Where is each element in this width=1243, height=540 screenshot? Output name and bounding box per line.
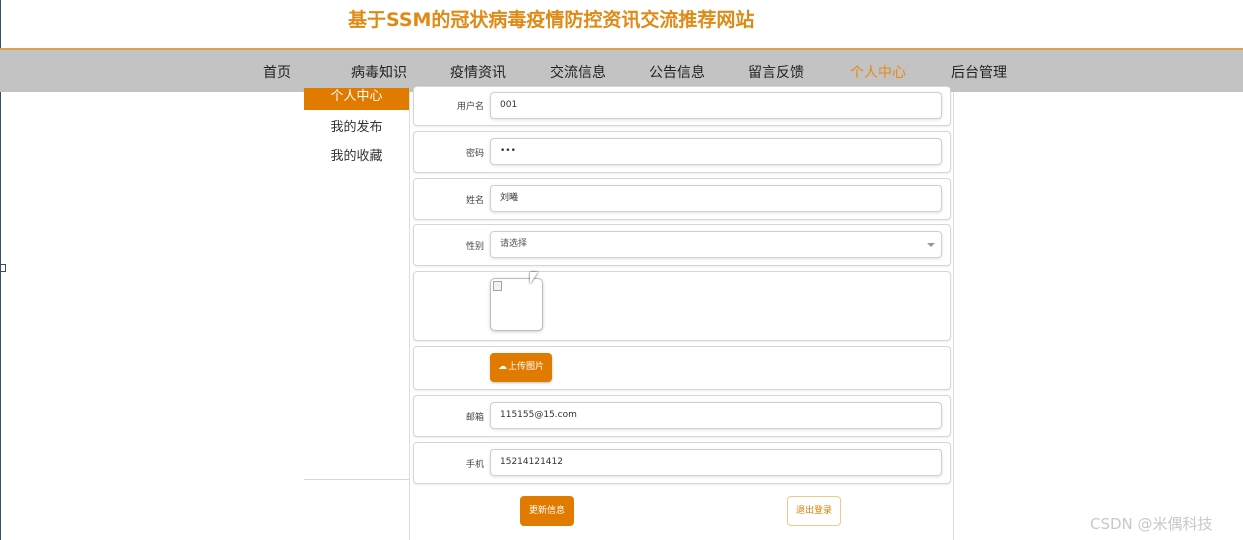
- form-row-upload: ☁上传图片: [413, 346, 951, 390]
- update-info-button[interactable]: 更新信息: [520, 496, 574, 526]
- form-row-username: 用户名 001: [413, 86, 951, 126]
- username-input[interactable]: 001: [490, 92, 942, 119]
- name-label: 姓名: [465, 196, 484, 206]
- form-row-phone: 手机 15214121412: [413, 442, 951, 484]
- upload-button-label: 上传图片: [507, 362, 544, 372]
- nav-home[interactable]: 首页: [263, 62, 291, 82]
- upload-image-button[interactable]: ☁上传图片: [490, 353, 552, 382]
- form-row-gender: 性别 请选择: [413, 224, 951, 266]
- nav-exchange-info[interactable]: 交流信息: [550, 62, 606, 82]
- sidebar-item-personal-center[interactable]: 个人中心: [304, 88, 409, 110]
- nav-announcements[interactable]: 公告信息: [649, 62, 705, 82]
- password-label: 密码: [465, 149, 484, 159]
- cloud-upload-icon: ☁: [497, 362, 507, 372]
- email-label: 邮箱: [465, 413, 484, 423]
- logout-button[interactable]: 退出登录: [787, 496, 841, 526]
- gender-select[interactable]: 请选择: [490, 231, 942, 258]
- watermark: CSDN @米偶科技: [1090, 515, 1213, 533]
- gender-select-value: 请选择: [500, 239, 528, 249]
- profile-form: 用户名 001 密码 ••• 姓名 刘曦 性别 请选择 ☁上传图片 邮箱 115…: [409, 86, 954, 540]
- avatar-preview[interactable]: [490, 278, 543, 331]
- nav-admin[interactable]: 后台管理: [951, 62, 1007, 82]
- phone-input[interactable]: 15214121412: [490, 449, 942, 476]
- email-input[interactable]: 115155@15.com: [490, 402, 942, 429]
- nav-epidemic-news[interactable]: 疫情资讯: [450, 62, 506, 82]
- form-row-password: 密码 •••: [413, 131, 951, 173]
- name-input[interactable]: 刘曦: [490, 185, 942, 212]
- password-input[interactable]: •••: [490, 138, 942, 165]
- form-row-avatar: [413, 271, 951, 341]
- phone-label: 手机: [465, 460, 484, 470]
- form-row-email: 邮箱 115155@15.com: [413, 395, 951, 437]
- mouse-cursor-icon: [530, 272, 538, 284]
- broken-image-icon: [493, 281, 502, 291]
- gender-label: 性别: [465, 242, 484, 252]
- resize-handle[interactable]: [0, 264, 6, 272]
- form-row-name: 姓名 刘曦: [413, 178, 951, 220]
- nav-feedback[interactable]: 留言反馈: [748, 62, 804, 82]
- sidebar-item-my-favorites[interactable]: 我的收藏: [304, 145, 409, 164]
- username-label: 用户名: [456, 102, 484, 112]
- nav-personal-center[interactable]: 个人中心: [850, 62, 906, 82]
- sidebar: 个人中心 我的发布 我的收藏: [304, 88, 410, 480]
- chevron-down-icon: [927, 243, 935, 247]
- sidebar-item-my-posts[interactable]: 我的发布: [304, 116, 409, 135]
- site-title: 基于SSM的冠状病毒疫情防控资讯交流推荐网站: [348, 9, 755, 31]
- nav-virus-knowledge[interactable]: 病毒知识: [351, 62, 407, 82]
